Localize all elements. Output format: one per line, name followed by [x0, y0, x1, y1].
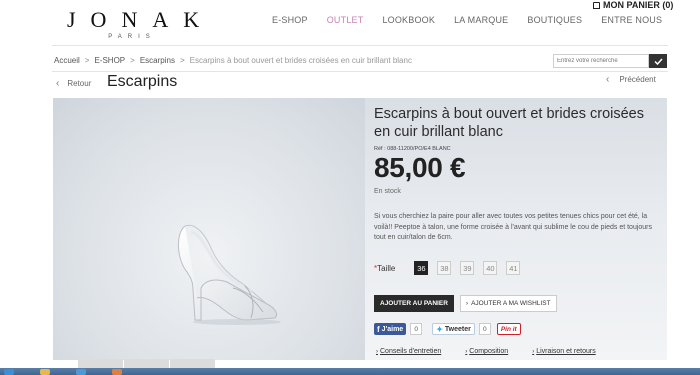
size-option-41[interactable]: 41	[506, 261, 521, 275]
delivery-returns-link[interactable]: › Livraison et retours	[532, 348, 596, 355]
chevron-right-icon: ›	[376, 348, 378, 355]
breadcrumb-separator: >	[179, 56, 185, 65]
info-links: › Conseils d'entretien › Composition › Livr…	[376, 348, 596, 355]
twitter-label: Tweeter	[444, 325, 471, 333]
cart-icon	[593, 1, 600, 9]
product-price: 85,00 €	[374, 152, 466, 183]
tweet-button[interactable]: ✦ Tweeter	[432, 323, 475, 335]
size-option-38[interactable]: 38	[437, 261, 452, 275]
nav-item-boutiques[interactable]: BOUTIQUES	[527, 15, 582, 25]
brand-sub: PARIS	[108, 34, 156, 40]
chevron-left-icon: ‹	[606, 74, 610, 85]
twitter-icon: ✦	[436, 324, 443, 334]
previous-link[interactable]: ‹ Précédent	[606, 74, 656, 85]
folder-icon[interactable]	[40, 369, 50, 375]
page-title: Escarpins	[107, 73, 178, 90]
social-buttons: f J'aime 0 ✦ Tweeter 0 Pin it	[374, 323, 521, 335]
breadcrumb-divider	[52, 71, 668, 72]
nav-item-entre-nous[interactable]: ENTRE NOUS	[601, 15, 662, 25]
size-label-text: Taille	[377, 263, 396, 273]
composition-label: Composition	[469, 348, 509, 355]
nav-item-outlet[interactable]: OUTLET	[327, 15, 364, 25]
brand-name: JONAK	[67, 7, 215, 32]
product-actions: AJOUTER AU PANIER › AJOUTER A MA WISHLIS…	[374, 295, 557, 312]
size-option-40[interactable]: 40	[483, 261, 498, 275]
nav-item-eshop[interactable]: E-SHOP	[272, 15, 308, 25]
breadcrumb-current: Escarpins à bout ouvert et brides croisé…	[189, 56, 412, 65]
twitter-count: 0	[478, 323, 491, 335]
chevron-left-icon: ‹	[56, 78, 60, 89]
previous-label: Précédent	[619, 75, 656, 84]
brand-logo[interactable]: JONAK PARIS	[52, 7, 215, 41]
main-nav: E-SHOP OUTLET LOOKBOOK LA MARQUE BOUTIQU…	[272, 15, 681, 25]
nav-item-la-marque[interactable]: LA MARQUE	[454, 15, 508, 25]
care-advice-link[interactable]: › Conseils d'entretien	[376, 348, 441, 355]
cart-label: MON PANIER (0)	[603, 0, 674, 10]
product-shoe-image	[178, 224, 281, 325]
product-description: Si vous cherchiez la paire pour aller av…	[374, 213, 653, 241]
size-option-39[interactable]: 39	[460, 261, 475, 275]
search-input[interactable]	[553, 54, 649, 68]
facebook-label: J'aime	[381, 325, 404, 333]
facebook-icon: f	[377, 324, 380, 334]
product-name: Escarpins à bout ouvert et brides croisé…	[374, 106, 644, 140]
breadcrumb-separator: >	[84, 56, 90, 65]
wishlist-label: AJOUTER A MA WISHLIST	[471, 300, 551, 307]
checkmark-icon	[653, 57, 663, 65]
breadcrumb-separator: >	[130, 56, 135, 65]
browser-icon[interactable]	[76, 369, 86, 375]
product-image-zone[interactable]	[53, 98, 365, 360]
add-to-wishlist-button[interactable]: › AJOUTER A MA WISHLIST	[459, 295, 557, 312]
care-advice-label: Conseils d'entretien	[380, 348, 442, 355]
cart-link[interactable]: MON PANIER (0)	[593, 0, 673, 10]
stock-status: En stock	[374, 188, 401, 195]
chevron-right-icon: ›	[465, 300, 469, 307]
os-taskbar	[0, 368, 700, 375]
breadcrumb-escarpins[interactable]: Escarpins	[140, 56, 175, 65]
breadcrumb-home[interactable]: Accueil	[54, 56, 80, 65]
chevron-right-icon: ›	[532, 348, 535, 355]
app-icon[interactable]	[112, 369, 122, 375]
back-link[interactable]: ‹ Retour	[56, 78, 91, 89]
add-to-cart-button[interactable]: AJOUTER AU PANIER	[374, 295, 454, 312]
size-option-36[interactable]: 36	[414, 261, 429, 275]
size-label: *Taille	[374, 264, 395, 273]
composition-link[interactable]: › Composition	[465, 348, 508, 355]
pinterest-button[interactable]: Pin it	[496, 323, 521, 335]
back-label: Retour	[67, 79, 92, 88]
product-info: Escarpins à bout ouvert et brides croisé…	[374, 105, 664, 244]
breadcrumb-eshop[interactable]: E-SHOP	[94, 56, 125, 65]
facebook-like-button[interactable]: f J'aime	[374, 323, 407, 335]
chevron-right-icon: ›	[465, 348, 468, 355]
delivery-returns-label: Livraison et retours	[536, 348, 596, 355]
size-selector: *Taille 36 38 39 40 41	[374, 261, 529, 275]
breadcrumb: Accueil > E-SHOP > Escarpins > Escarpins…	[54, 56, 412, 65]
search-box	[553, 54, 667, 68]
nav-item-lookbook[interactable]: LOOKBOOK	[382, 15, 435, 25]
search-submit-button[interactable]	[649, 54, 667, 68]
facebook-count: 0	[410, 323, 423, 335]
header-divider	[52, 45, 668, 46]
start-icon[interactable]	[4, 369, 14, 375]
